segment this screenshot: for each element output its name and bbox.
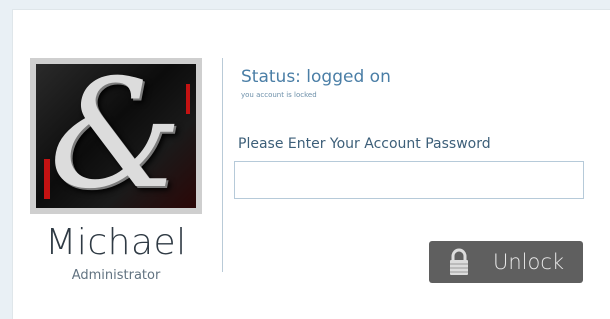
- unlock-button[interactable]: Unlock: [429, 241, 583, 283]
- avatar-frame: &: [30, 58, 202, 214]
- ampersand-icon: &: [49, 64, 183, 208]
- unlock-button-label: Unlock: [493, 250, 565, 274]
- status-subtitle: you account is locked: [241, 91, 317, 99]
- status-title: Status: logged on: [241, 67, 391, 87]
- avatar: &: [36, 64, 196, 208]
- password-prompt-label: Please Enter Your Account Password: [238, 136, 491, 152]
- password-input[interactable]: [234, 161, 584, 199]
- user-role: Administrator: [71, 268, 161, 283]
- padlock-icon: [449, 248, 469, 276]
- user-name: Michael: [45, 222, 187, 263]
- vertical-divider: [222, 58, 223, 272]
